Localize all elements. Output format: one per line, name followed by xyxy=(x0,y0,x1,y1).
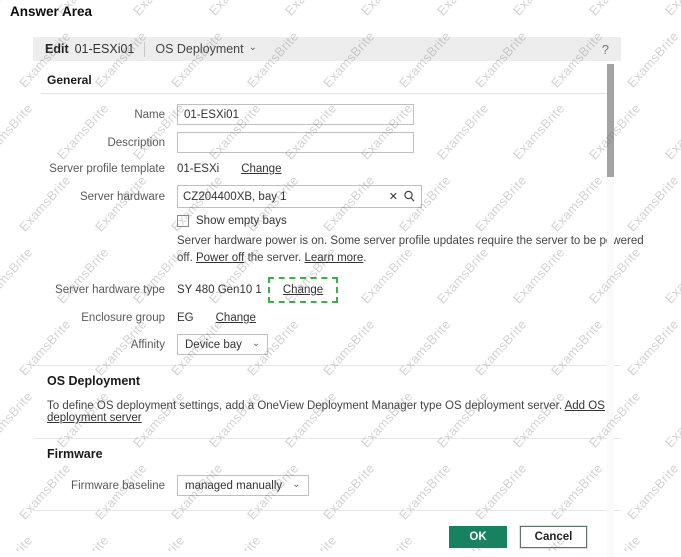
watermark-text: ExamsBrite xyxy=(358,0,416,18)
watermark-text: ExamsBrite xyxy=(510,0,568,18)
section-divider xyxy=(33,365,621,366)
scrollbar-thumb[interactable] xyxy=(607,64,614,177)
firmware-heading: Firmware xyxy=(47,447,607,461)
watermark-text: ExamsBrite xyxy=(0,389,36,451)
ok-button[interactable]: OK xyxy=(449,526,507,548)
firmware-baseline-row: Firmware baseline managed manually ⌄ xyxy=(47,475,607,496)
search-icon[interactable] xyxy=(403,190,416,203)
watermark-text: ExamsBrite xyxy=(282,0,340,18)
power-note-text-2: the server. xyxy=(248,252,302,264)
server-hardware-row: Server hardware CZ204400XB, bay 1 ✕ xyxy=(47,185,607,208)
power-note-period: . xyxy=(363,252,366,264)
dialog-action-label: Edit xyxy=(45,42,69,56)
help-icon[interactable]: ? xyxy=(602,42,609,57)
server-hardware-type-value: SY 480 Gen10 1 xyxy=(177,284,262,296)
firmware-baseline-label: Firmware baseline xyxy=(47,480,165,492)
server-hardware-type-row: Server hardware type SY 480 Gen10 1 Chan… xyxy=(47,277,607,303)
section-selector-label: OS Deployment xyxy=(155,42,243,56)
watermark-text: ExamsBrite xyxy=(206,0,264,18)
cancel-button[interactable]: Cancel xyxy=(520,526,587,548)
chevron-down-icon: ⌄ xyxy=(249,43,257,53)
answer-selection-box: Change xyxy=(268,277,338,303)
dialog-body: General Name Description Server profile … xyxy=(33,61,621,548)
affinity-dropdown[interactable]: Device bay ⌄ xyxy=(177,334,268,355)
server-hardware-type-change-link[interactable]: Change xyxy=(283,284,323,296)
watermark-text: ExamsBrite xyxy=(662,245,681,307)
watermark-text: ExamsBrite xyxy=(0,101,36,163)
template-change-link[interactable]: Change xyxy=(241,163,281,175)
learn-more-link[interactable]: Learn more xyxy=(304,252,363,264)
footer-divider xyxy=(33,510,621,511)
show-empty-bays-checkbox[interactable] xyxy=(177,215,189,227)
server-hardware-value: CZ204400XB, bay 1 xyxy=(183,191,389,203)
profile-name: 01-ESXi01 xyxy=(75,42,135,56)
section-divider xyxy=(33,438,621,439)
watermark-text: ExamsBrite xyxy=(586,0,644,18)
show-empty-bays-row: Show empty bays xyxy=(177,215,607,227)
chevron-down-icon: ⌄ xyxy=(292,480,300,490)
watermark-text: ExamsBrite xyxy=(0,533,36,551)
chevron-down-icon: ⌄ xyxy=(252,339,260,349)
header-divider xyxy=(144,42,145,57)
affinity-value: Device bay xyxy=(185,339,242,351)
os-deployment-heading: OS Deployment xyxy=(47,374,607,388)
description-input[interactable] xyxy=(177,132,414,153)
watermark-text: ExamsBrite xyxy=(624,173,681,235)
affinity-label: Affinity xyxy=(47,339,165,351)
name-input[interactable] xyxy=(177,104,414,125)
watermark-text: ExamsBrite xyxy=(130,0,188,18)
description-row: Description xyxy=(47,132,607,153)
section-selector-dropdown[interactable]: OS Deployment ⌄ xyxy=(155,42,257,56)
watermark-text: ExamsBrite xyxy=(0,245,36,307)
watermark-text: ExamsBrite xyxy=(662,0,681,18)
firmware-baseline-value: managed manually xyxy=(185,480,282,492)
server-hardware-input[interactable]: CZ204400XB, bay 1 ✕ xyxy=(177,185,422,208)
enclosure-group-row: Enclosure group EG Change xyxy=(47,312,607,324)
os-deployment-description: To define OS deployment settings, add a … xyxy=(47,400,562,412)
os-deployment-text: To define OS deployment settings, add a … xyxy=(47,400,607,424)
edit-profile-dialog: Edit 01-ESXi01 OS Deployment ⌄ ? General… xyxy=(33,37,621,548)
enclosure-group-value: EG xyxy=(177,312,194,324)
template-label: Server profile template xyxy=(47,163,165,175)
watermark-text: ExamsBrite xyxy=(624,461,681,523)
enclosure-group-label: Enclosure group xyxy=(47,312,165,324)
watermark-text: ExamsBrite xyxy=(662,101,681,163)
watermark-text: ExamsBrite xyxy=(434,0,492,18)
template-row: Server profile template 01-ESXi Change xyxy=(47,163,607,175)
template-value: 01-ESXi xyxy=(177,163,219,175)
power-off-link[interactable]: Power off xyxy=(196,252,244,264)
name-label: Name xyxy=(47,109,165,121)
name-row: Name xyxy=(47,104,607,125)
server-hardware-label: Server hardware xyxy=(47,191,165,203)
watermark-text: ExamsBrite xyxy=(624,29,681,91)
affinity-row: Affinity Device bay ⌄ xyxy=(47,334,607,355)
server-hardware-type-label: Server hardware type xyxy=(47,284,165,296)
clear-icon[interactable]: ✕ xyxy=(389,190,398,203)
firmware-baseline-dropdown[interactable]: managed manually ⌄ xyxy=(177,475,309,496)
power-note: Server hardware power is on. Some server… xyxy=(177,233,657,267)
watermark-text: ExamsBrite xyxy=(662,389,681,451)
page-title: Answer Area xyxy=(10,4,92,19)
dialog-header: Edit 01-ESXi01 OS Deployment ⌄ ? xyxy=(33,37,621,61)
show-empty-bays-label: Show empty bays xyxy=(196,215,287,227)
enclosure-group-change-link[interactable]: Change xyxy=(216,312,256,324)
general-divider xyxy=(41,93,613,94)
dialog-footer: OK Cancel xyxy=(47,519,607,548)
general-section-heading: General xyxy=(47,73,607,87)
watermark-text: ExamsBrite xyxy=(624,317,681,379)
watermark-text: ExamsBrite xyxy=(662,533,681,551)
description-label: Description xyxy=(47,137,165,149)
scrollbar[interactable] xyxy=(607,63,614,557)
